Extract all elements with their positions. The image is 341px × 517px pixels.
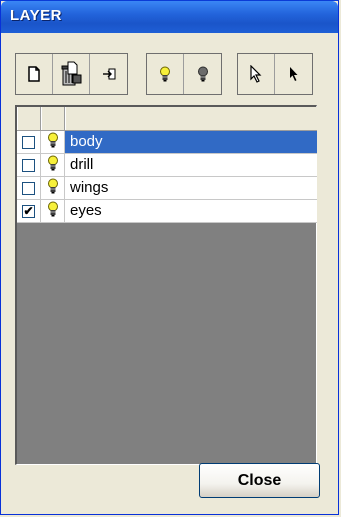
layer-list[interactable]: body drill wings ✔ eyes (15, 105, 317, 465)
visible-cell (17, 177, 41, 199)
bulb-on-icon[interactable] (47, 132, 59, 153)
select-arrow-filled-icon (288, 66, 300, 82)
visible-cell (17, 154, 41, 176)
list-header (17, 107, 317, 131)
light-cell (41, 200, 65, 222)
import-icon (102, 68, 116, 80)
header-name-column[interactable] (65, 107, 317, 130)
layer-row[interactable]: ✔ eyes (17, 200, 317, 223)
show-layers-button[interactable] (147, 54, 184, 94)
layer-name: drill (70, 156, 94, 173)
layer-window: LAYER body drill wings ✔ eyes Close (0, 0, 339, 515)
light-cell (41, 131, 65, 153)
layer-name: eyes (70, 202, 102, 219)
bulb-on-icon[interactable] (47, 155, 59, 176)
layer-row[interactable]: drill (17, 154, 317, 177)
light-cell (41, 154, 65, 176)
window-body: body drill wings ✔ eyes Close (3, 33, 336, 513)
window-title: LAYER (10, 7, 62, 24)
layer-name: wings (70, 179, 109, 196)
import-button[interactable] (90, 54, 127, 94)
new-layer-icon (27, 66, 41, 82)
layer-row[interactable]: wings (17, 177, 317, 200)
layer-checkbox[interactable] (22, 135, 35, 149)
bulb-off-icon (197, 66, 209, 82)
light-cell (41, 177, 65, 199)
new-layer-button[interactable] (16, 54, 53, 94)
title-bar[interactable]: LAYER (1, 1, 338, 33)
delete-layer-button[interactable] (53, 54, 90, 94)
layer-name: body (65, 131, 317, 153)
close-button[interactable]: Close (199, 463, 320, 498)
select-filled-button[interactable] (275, 54, 312, 94)
visible-cell (17, 131, 41, 153)
hide-layers-button[interactable] (184, 54, 221, 94)
header-visible-column[interactable] (17, 107, 41, 130)
select-arrow-outline-icon (249, 65, 263, 83)
layer-row[interactable]: body (17, 131, 317, 154)
toolbar-group-selection (237, 53, 313, 95)
visible-cell: ✔ (17, 200, 41, 222)
bulb-on-icon[interactable] (47, 178, 59, 199)
header-light-column[interactable] (41, 107, 65, 130)
delete-layer-icon (59, 61, 83, 87)
layer-checkbox[interactable] (22, 181, 35, 195)
bulb-on-icon (159, 66, 171, 82)
layer-checkbox[interactable]: ✔ (22, 204, 35, 218)
toolbar-group-layers (15, 53, 128, 95)
layer-checkbox[interactable] (22, 158, 35, 172)
toolbar-group-visibility (146, 53, 222, 95)
select-outline-button[interactable] (238, 54, 275, 94)
bulb-on-icon[interactable] (47, 201, 59, 222)
